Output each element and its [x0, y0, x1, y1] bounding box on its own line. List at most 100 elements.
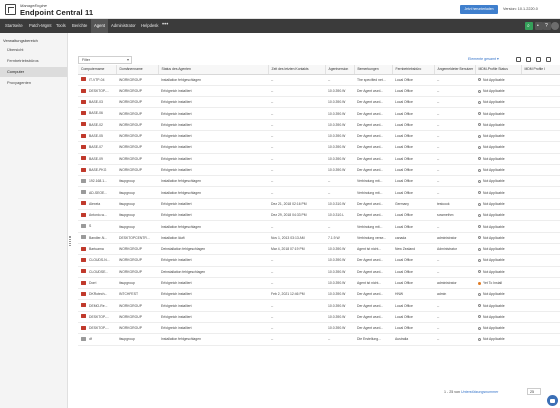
table-row[interactable]: Dorri itsupgroup Erfolgreich installiert --…	[78, 277, 560, 290]
total-items-menu[interactable]: Elemente gesamt ▾	[468, 57, 499, 61]
column-header[interactable]: Angemeldeter Benutzer	[434, 65, 476, 75]
total-count-link[interactable]: Unterstützungsnummer	[461, 390, 498, 394]
cell-status: Erfolgreich installiert	[158, 85, 268, 98]
table-row[interactable]: AD-SEOE... itsupgroup Installation fehlges…	[78, 186, 560, 199]
table-row[interactable]: BASE-02 WORKGROUP Erfolgreich installiert -…	[78, 119, 560, 131]
cell-name[interactable]: DESKTOP-...	[78, 85, 116, 98]
table-row[interactable]: BASE-05 WORKGROUP Erfolgreich installiert -…	[78, 130, 560, 143]
main-nav: Startseite Patch-Mgmt Tools Berichte Age…	[0, 19, 560, 33]
sidebar-item-computer[interactable]: Computer	[0, 67, 67, 77]
table-row[interactable]: DESKTOP-... WORKGROUP Erfolgreich installi…	[78, 85, 560, 98]
column-header[interactable]: Bemerkungen	[354, 65, 393, 75]
table-row[interactable]: BASE-09 WORKGROUP Erfolgreich installiert -…	[78, 153, 560, 165]
cell-name[interactable]: 192.168.1...	[78, 175, 116, 188]
cell-domain: itsupgroup	[116, 333, 158, 346]
cell-name[interactable]: BASE-05	[78, 130, 116, 143]
table-row[interactable]: DESKTOP-... WORKGROUP Erfolgreich installi…	[78, 311, 560, 324]
cell-name[interactable]: BASE-PKG	[78, 164, 116, 177]
cell-name[interactable]: DEMO-Re...	[78, 299, 116, 312]
table-row[interactable]: 192.168.1... itsupgroup Installation fehlg…	[78, 175, 560, 188]
column-header[interactable]: MDM-Profile Status	[475, 65, 522, 75]
table-row[interactable]: DEMO-Re... WORKGROUP Erfolgreich installie…	[78, 299, 560, 312]
table-row[interactable]: Bartuama WORKGROUP Deinstallation fehlgesc…	[78, 243, 560, 256]
column-header[interactable]: MDM Profile I	[521, 65, 560, 75]
search-icon[interactable]: ⌕	[525, 22, 533, 30]
nav-tools[interactable]: Tools	[56, 19, 66, 33]
cell-name[interactable]: DKRotech...	[78, 288, 116, 301]
cell-name[interactable]: IT-VTP-04	[78, 74, 116, 86]
nav-berichte[interactable]: Berichte	[72, 19, 87, 33]
table-row[interactable]: Sitsupgroup Installation fehlgeschlagen --…	[78, 220, 560, 233]
column-header[interactable]: Zeit des letzten Kontakts	[268, 65, 326, 75]
nav-administrator[interactable]: Administrator	[111, 19, 136, 33]
nav-helpdesk[interactable]: Helpdesk	[141, 19, 158, 33]
page-size-select[interactable]: 25	[527, 388, 541, 395]
table-row[interactable]: BASE-PKG WORKGROUP Erfolgreich installiert…	[78, 164, 560, 177]
cell-name[interactable]: DESKTOP-...	[78, 311, 116, 324]
nav-startseite[interactable]: Startseite	[5, 19, 23, 33]
filter-dropdown[interactable]: Filter	[78, 56, 132, 64]
cell-office: Local Office	[392, 220, 434, 233]
column-header[interactable]: Computername	[78, 65, 117, 75]
help-icon[interactable]: ?	[543, 22, 551, 30]
search-table-icon[interactable]	[516, 57, 521, 62]
table-row[interactable]: df itsupgroup Installation fehlgeschlagen -…	[78, 333, 560, 346]
cell-office: Local Office	[392, 299, 434, 312]
table-row[interactable]: BASE-06 WORKGROUP Erfolgreich installiert -…	[78, 107, 560, 120]
cell-name[interactable]: Antonio-w...	[78, 209, 116, 222]
settings-icon[interactable]	[546, 57, 551, 62]
cell-mdm-profile	[521, 322, 560, 335]
cell-name[interactable]: BASE-02	[78, 119, 116, 131]
table-row[interactable]: BASE-07 WORKGROUP Erfolgreich installiert -…	[78, 141, 560, 154]
cell-name[interactable]: DESKTOP-...	[78, 322, 116, 335]
cell-name[interactable]: BASE-06	[78, 107, 116, 120]
cell-name[interactable]: Bartuama	[78, 243, 116, 256]
sidebar-item-proxyagenten[interactable]: Proxyagenten	[0, 78, 67, 88]
cell-name[interactable]: Bandler-N...	[78, 232, 116, 244]
cell-text: Not Applicable	[483, 292, 505, 297]
chat-icon[interactable]	[547, 395, 558, 406]
nav-more-icon[interactable]: •••	[162, 19, 168, 33]
table-row[interactable]: IT-VTP-04 WORKGROUP Installation fehlgesch…	[78, 74, 560, 86]
cell-name[interactable]: Alexeia	[78, 198, 116, 211]
sidebar-item-uebersicht[interactable]: Übersicht	[0, 45, 67, 55]
cell-name[interactable]: AD-SEOE...	[78, 186, 116, 199]
sidebar-item-fernbetriebsbueros[interactable]: Fernbetriebsbüros	[0, 56, 67, 66]
cell-text: Agent ist nicht...	[357, 247, 382, 252]
cell-text: 10.0.390.W	[328, 156, 346, 161]
nav-patch-mgmt[interactable]: Patch-Mgmt	[29, 19, 52, 33]
table-row[interactable]: Bandler-N... DESKTOPCENTR... Installation …	[78, 232, 560, 244]
table-row[interactable]: DKRotech... INTCHFEST Erfolgreich installi…	[78, 288, 560, 301]
table-row[interactable]: Alexeia itsupgroup Erfolgreich installiert…	[78, 198, 560, 211]
cell-name[interactable]: BASE-09	[78, 153, 116, 165]
sidebar-splitter-handle[interactable]	[69, 236, 71, 246]
column-header[interactable]: Domänenname	[116, 65, 159, 75]
cell-name[interactable]: BASE-03	[78, 96, 116, 109]
table-row[interactable]: BASE-03 WORKGROUP Erfolgreich installiert -…	[78, 96, 560, 109]
cell-text: Verbindung mit...	[357, 190, 383, 195]
table-row[interactable]: DESKTOP-... WORKGROUP Erfolgreich installi…	[78, 322, 560, 335]
column-header[interactable]: Status des Agenten	[158, 65, 269, 75]
cell-office: Australia	[392, 333, 434, 346]
download-button[interactable]: Jetzt herunterladen	[460, 5, 498, 14]
column-header[interactable]: Agentversion	[325, 65, 355, 75]
notification-bell-icon[interactable]: •	[535, 22, 543, 30]
nav-agent[interactable]: Agent	[91, 19, 108, 33]
cell-mdm-profile	[521, 130, 560, 143]
cell-remarks: Der Agent wurd...	[354, 141, 392, 154]
cell-name[interactable]: Dorri	[78, 277, 116, 290]
cell-name[interactable]: CLOUDS-N...	[78, 254, 116, 267]
table-row[interactable]: CLOUDSE... WORKGROUP Deinstallation fehlge…	[78, 266, 560, 278]
table-row[interactable]: CLOUDS-N... WORKGROUP Erfolgreich installi…	[78, 254, 560, 267]
columns-icon[interactable]	[526, 57, 531, 62]
cell-name[interactable]: CLOUDSE...	[78, 266, 116, 278]
user-avatar-icon[interactable]	[551, 22, 559, 30]
cell-name[interactable]: S	[78, 220, 116, 233]
cell-remarks: Der Agent wurd...	[354, 119, 392, 131]
table-row[interactable]: Antonio-w... itsupgroup Erfolgreich instal…	[78, 209, 560, 222]
export-icon[interactable]	[536, 57, 541, 62]
cell-name[interactable]: BASE-07	[78, 141, 116, 154]
column-header[interactable]: Fernbetriebsbüro	[392, 65, 435, 75]
cell-name[interactable]: df	[78, 333, 116, 346]
cell-text: Verbindung verse...	[357, 235, 387, 240]
